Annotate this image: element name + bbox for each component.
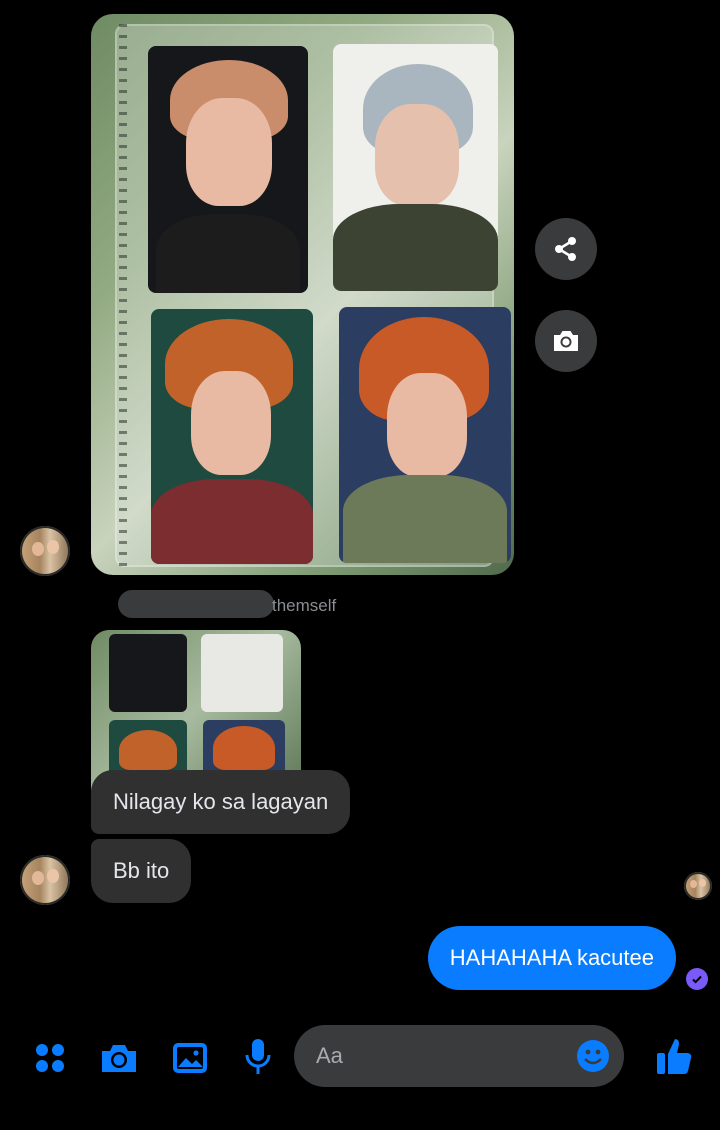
gallery-button[interactable] (170, 1038, 210, 1078)
message-bubble-incoming[interactable]: Nilagay ko sa lagayan (91, 770, 351, 834)
camera-button[interactable] (535, 310, 597, 372)
share-icon (555, 237, 576, 261)
emoji-icon (577, 1040, 609, 1072)
contact-avatar[interactable] (20, 855, 70, 905)
apps-button[interactable] (30, 1038, 70, 1078)
photocard-4 (339, 307, 511, 563)
microphone-icon (245, 1039, 271, 1074)
contact-avatar[interactable] (20, 526, 70, 576)
camera-icon (102, 1045, 136, 1072)
microphone-button[interactable] (240, 1036, 276, 1078)
seen-avatar (684, 872, 712, 900)
photocard-1 (148, 46, 308, 293)
message-bubble-incoming[interactable]: Bb ito (91, 839, 192, 903)
photocard-2 (333, 44, 498, 291)
thumbs-up-icon (657, 1039, 692, 1074)
camera-composer-button[interactable] (98, 1038, 140, 1078)
camera-icon (554, 331, 578, 351)
message-input[interactable]: Aa (294, 1025, 624, 1087)
photocard-binder-sleeve (115, 24, 511, 567)
like-button[interactable] (652, 1034, 696, 1078)
gallery-icon (173, 1043, 207, 1073)
delivered-check-icon (686, 968, 708, 990)
share-button[interactable] (535, 218, 597, 280)
message-input-placeholder: Aa (316, 1043, 343, 1068)
message-bubble-outgoing[interactable]: HAHAHAHA kacutee (427, 926, 676, 990)
emoji-button[interactable] (576, 1039, 610, 1073)
apps-icon (36, 1044, 64, 1072)
redacted-name (118, 590, 274, 618)
reply-context-text: themself (272, 596, 337, 615)
photo-message[interactable] (91, 14, 514, 575)
photocard-3 (151, 309, 313, 564)
replied-photo-thumbnail[interactable] (91, 630, 301, 790)
